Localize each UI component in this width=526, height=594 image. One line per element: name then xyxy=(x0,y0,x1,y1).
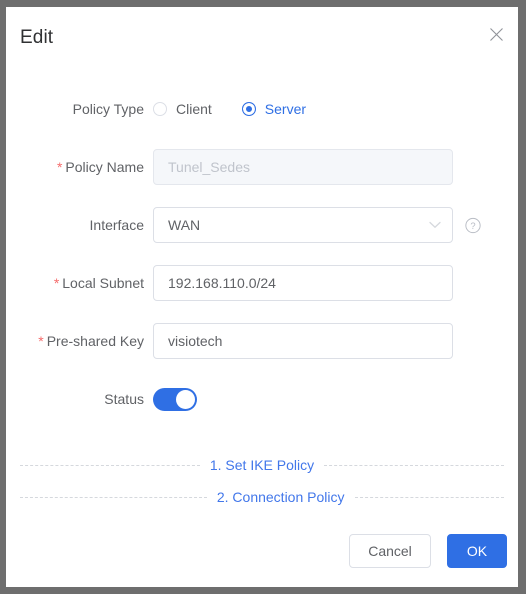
radio-server[interactable]: Server xyxy=(241,101,307,117)
form-row-status: Status xyxy=(6,381,518,417)
policy-type-label: Policy Type xyxy=(72,101,144,117)
divider-line-left xyxy=(20,464,200,466)
radio-client-dot xyxy=(153,102,167,116)
divider-row-ike-policy: 1. Set IKE Policy xyxy=(6,457,518,473)
pre-shared-key-label: * Pre-shared Key xyxy=(6,323,153,359)
link-connection-policy[interactable]: 2. Connection Policy xyxy=(217,489,345,505)
interface-select[interactable]: WAN xyxy=(153,207,453,243)
form-row-local-subnet: * Local Subnet xyxy=(6,265,518,301)
dialog-body: Policy Type Client Server *Policy Name xyxy=(6,91,518,505)
status-control xyxy=(153,387,197,411)
svg-text:?: ? xyxy=(470,220,475,231)
chevron-down-icon xyxy=(429,208,441,242)
dialog-title: Edit xyxy=(20,27,54,48)
local-subnet-label: * Local Subnet xyxy=(6,265,153,301)
policy-name-label-text: Policy Name xyxy=(65,159,144,175)
status-toggle-knob xyxy=(176,389,195,409)
ok-button[interactable]: OK xyxy=(447,534,507,568)
dialog-header: Edit xyxy=(6,7,518,69)
policy-name-input[interactable] xyxy=(153,149,453,185)
radio-client-label: Client xyxy=(176,101,212,117)
radio-client[interactable]: Client xyxy=(153,101,212,117)
form-row-policy-name: * Policy Name xyxy=(6,149,518,185)
form-row-policy-type: Policy Type Client Server xyxy=(6,91,518,127)
link-set-ike-policy[interactable]: 1. Set IKE Policy xyxy=(210,457,314,473)
divider-line-right xyxy=(354,496,504,498)
local-subnet-input[interactable] xyxy=(153,265,453,301)
policy-type-control: Client Server xyxy=(153,101,306,117)
form-row-pre-shared-key: * Pre-shared Key xyxy=(6,323,518,359)
policy-type-radio-group: Client Server xyxy=(153,101,306,117)
edit-policy-dialog: Edit Policy Type Client Server * Policy … xyxy=(6,7,518,587)
policy-step-links: 1. Set IKE Policy 2. Connection Policy xyxy=(6,457,518,505)
interface-select-value: WAN xyxy=(168,217,201,233)
close-icon[interactable] xyxy=(485,23,507,45)
cancel-button[interactable]: Cancel xyxy=(349,534,431,568)
interface-label: Interface xyxy=(89,217,144,233)
radio-server-dot xyxy=(241,102,256,116)
local-subnet-label-text: Local Subnet xyxy=(62,275,144,291)
required-asterisk: * xyxy=(56,159,63,175)
question-circle-icon[interactable]: ? xyxy=(465,217,481,233)
pre-shared-key-label-text: Pre-shared Key xyxy=(46,333,144,349)
interface-control: WAN ? xyxy=(153,207,481,243)
policy-name-control xyxy=(153,149,453,185)
status-toggle[interactable] xyxy=(153,387,197,411)
form-row-interface: Interface WAN ? xyxy=(6,207,518,243)
divider-row-connection-policy: 2. Connection Policy xyxy=(6,489,518,505)
policy-name-label: * Policy Name xyxy=(6,149,153,185)
required-asterisk: * xyxy=(53,275,60,291)
pre-shared-key-input[interactable] xyxy=(153,323,453,359)
dialog-footer: Cancel OK xyxy=(6,515,518,587)
local-subnet-control xyxy=(153,265,453,301)
divider-line-right xyxy=(324,464,504,466)
radio-server-label: Server xyxy=(264,101,307,117)
status-label: Status xyxy=(104,391,144,407)
pre-shared-key-control xyxy=(153,323,453,359)
required-asterisk: * xyxy=(38,333,44,349)
divider-line-left xyxy=(20,496,207,498)
